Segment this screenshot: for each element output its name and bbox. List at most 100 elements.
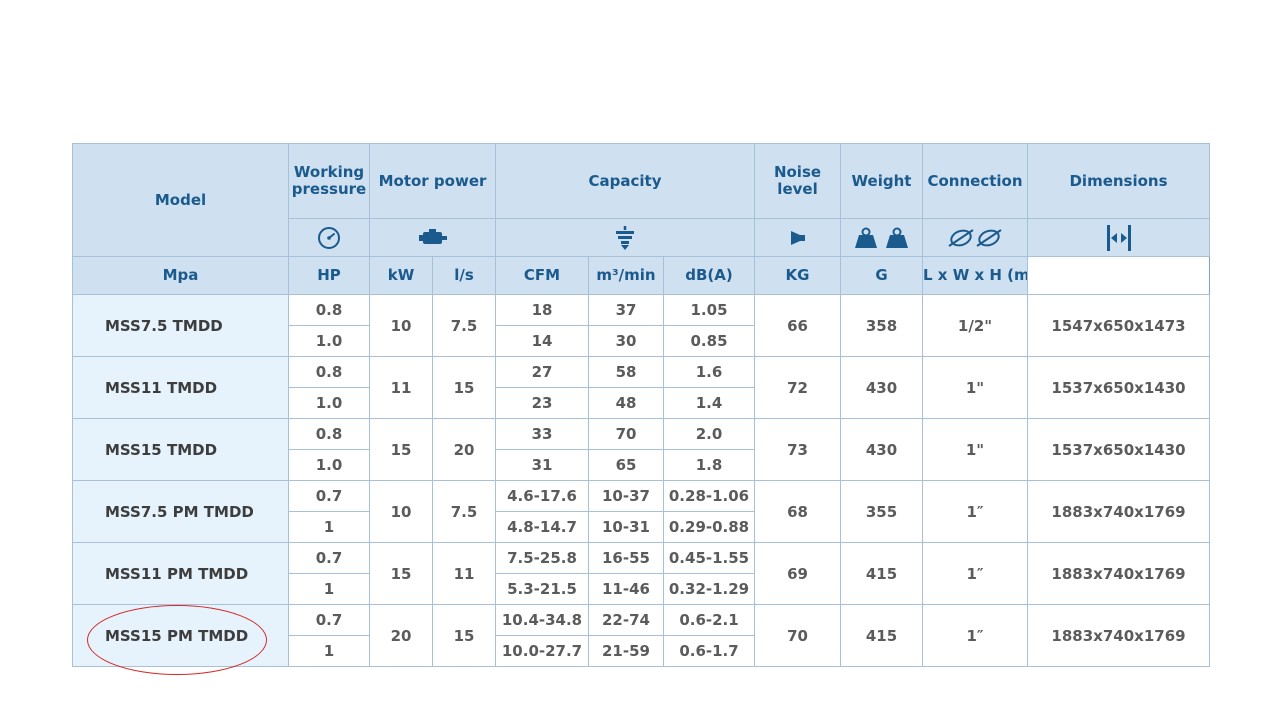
connection-value: 1″ (922, 604, 1029, 667)
weight-value: 358 (840, 294, 924, 357)
pressure-value: 1.0 (288, 449, 370, 481)
dimensions-header: Dimensions (1027, 143, 1211, 219)
m3min-value: 0.6-2.1 (662, 604, 756, 636)
weight-icon (851, 227, 913, 249)
weight-value: 430 (840, 418, 924, 481)
m3min-value: 0.32-1.29 (662, 573, 756, 605)
cfm-value: 21-59 (588, 635, 664, 667)
pressure-value: 1 (288, 635, 370, 667)
connection-value: 1" (922, 418, 1029, 481)
dimensions-value: 1883x740x1769 (1027, 480, 1211, 543)
pressure-value: 0.7 (288, 604, 370, 636)
pipe-connection-icon (944, 228, 1006, 248)
hp-value: 10 (369, 294, 433, 357)
connection-value: 1″ (922, 480, 1029, 543)
ls-value: 31 (495, 449, 589, 481)
hp-value: 15 (369, 418, 433, 481)
model-name: MSS15 TMDD (72, 418, 289, 481)
m3min-value: 1.05 (662, 294, 756, 326)
m3min-value: 1.8 (662, 449, 756, 481)
dimensions-value: 1883x740x1769 (1027, 604, 1211, 667)
table-body: MSS7.5 TMDD 0.8 10 7.5 18 37 1.05 66 358… (72, 294, 1211, 667)
ls-value: 10.0-27.7 (495, 635, 589, 667)
table-row: MSS15 PM TMDD 0.7 20 15 10.4-34.8 22-74 … (72, 604, 1211, 667)
weight-value: 430 (840, 356, 924, 419)
pressure-value: 0.7 (288, 480, 370, 512)
m3min-value: 2.0 (662, 418, 756, 450)
cfm-value: 10-31 (588, 511, 664, 543)
spec-table: Model Working pressure Motor power Capac… (72, 143, 1211, 667)
dimensions-icon (1104, 223, 1134, 253)
noise-level-header: Noise level (754, 143, 842, 219)
weight-icon-cell (840, 218, 924, 257)
pressure-value: 1.0 (288, 325, 370, 357)
motor-icon (418, 228, 448, 247)
pressure-value: 0.8 (288, 418, 370, 450)
model-name: MSS7.5 PM TMDD (72, 480, 289, 543)
m3min-value: 0.6-1.7 (662, 635, 756, 667)
cfm-value: 22-74 (588, 604, 664, 636)
speaker-icon (789, 229, 807, 247)
connection-value: 1/2" (922, 294, 1029, 357)
m3min-value: 1.4 (662, 387, 756, 419)
noise-value: 68 (754, 480, 842, 543)
unit-mpa: Mpa (72, 256, 289, 295)
connection-header: Connection (922, 143, 1029, 219)
ls-value: 23 (495, 387, 589, 419)
dimensions-value: 1537x650x1430 (1027, 356, 1211, 419)
unit-m3min: m³/min (588, 256, 664, 295)
cfm-value: 65 (588, 449, 664, 481)
m3min-value: 0.29-0.88 (662, 511, 756, 543)
pressure-value: 0.8 (288, 356, 370, 388)
connection-icon-cell (922, 218, 1029, 257)
cfm-value: 10-37 (588, 480, 664, 512)
model-name: MSS15 PM TMDD (72, 604, 289, 667)
motor-power-header: Motor power (369, 143, 496, 219)
dimensions-value: 1537x650x1430 (1027, 418, 1211, 481)
model-name: MSS11 PM TMDD (72, 542, 289, 605)
table-row: MSS15 TMDD 0.8 15 20 33 70 2.0 73 430 1"… (72, 418, 1211, 481)
m3min-value: 0.85 (662, 325, 756, 357)
unit-ls: l/s (432, 256, 496, 295)
kw-value: 20 (432, 418, 496, 481)
noise-value: 72 (754, 356, 842, 419)
model-name: MSS11 TMDD (72, 356, 289, 419)
kw-value: 11 (432, 542, 496, 605)
weight-value: 415 (840, 604, 924, 667)
kw-value: 15 (432, 604, 496, 667)
cfm-value: 16-55 (588, 542, 664, 574)
cfm-value: 30 (588, 325, 664, 357)
ls-value: 18 (495, 294, 589, 326)
ls-value: 14 (495, 325, 589, 357)
cfm-value: 70 (588, 418, 664, 450)
m3min-value: 1.6 (662, 356, 756, 388)
model-header: Model (72, 143, 289, 257)
cfm-value: 37 (588, 294, 664, 326)
weight-value: 355 (840, 480, 924, 543)
pressure-value: 0.8 (288, 294, 370, 326)
kw-value: 15 (432, 356, 496, 419)
pressure-value: 0.7 (288, 542, 370, 574)
cfm-value: 11-46 (588, 573, 664, 605)
connection-value: 1" (922, 356, 1029, 419)
weight-header: Weight (840, 143, 924, 219)
table-row: MSS7.5 TMDD 0.8 10 7.5 18 37 1.05 66 358… (72, 294, 1211, 357)
connection-value: 1″ (922, 542, 1029, 605)
ls-value: 5.3-21.5 (495, 573, 589, 605)
hp-value: 20 (369, 604, 433, 667)
table-header: Model Working pressure Motor power Capac… (72, 143, 1211, 295)
noise-value: 73 (754, 418, 842, 481)
noise-value: 69 (754, 542, 842, 605)
ls-value: 33 (495, 418, 589, 450)
noise-icon-cell (754, 218, 842, 257)
air-flow-icon (613, 225, 637, 251)
weight-value: 415 (840, 542, 924, 605)
unit-kw: kW (369, 256, 433, 295)
pressure-value: 1.0 (288, 387, 370, 419)
hp-value: 11 (369, 356, 433, 419)
kw-value: 7.5 (432, 294, 496, 357)
unit-kg: KG (754, 256, 842, 295)
capacity-icon-cell (494, 218, 756, 257)
dimensions-value: 1883x740x1769 (1027, 542, 1211, 605)
unit-cfm: CFM (495, 256, 589, 295)
